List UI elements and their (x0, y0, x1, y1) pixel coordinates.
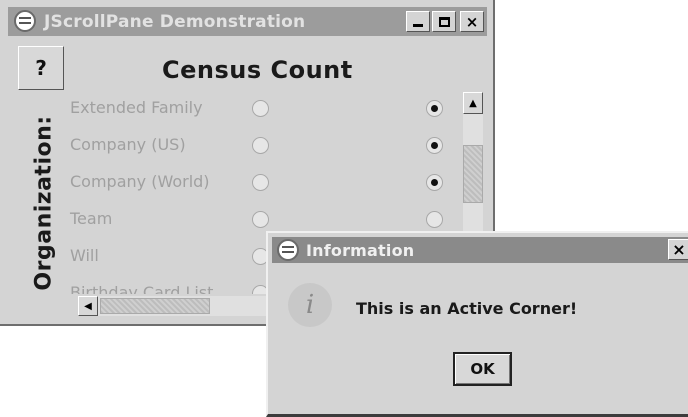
maximize-icon (438, 16, 450, 27)
window-titlebar[interactable]: JScrollPane Demonstration × (8, 7, 487, 36)
row-header: Organization: (24, 90, 64, 315)
row-label: Will (70, 246, 99, 265)
info-icon: i (288, 283, 332, 327)
radio-right[interactable] (426, 211, 443, 228)
radio-right[interactable] (426, 174, 443, 191)
dialog-title: Information (306, 241, 415, 260)
scroll-up-button[interactable]: ▲ (463, 92, 483, 114)
column-header: Census Count (162, 56, 353, 84)
chevron-up-icon: ▲ (469, 97, 477, 109)
window-title: JScrollPane Demonstration (44, 12, 306, 32)
row-label: Company (US) (70, 135, 186, 154)
list-item: Company (World) (64, 164, 462, 202)
minimize-icon (413, 24, 423, 27)
radio-left[interactable] (252, 174, 269, 191)
radio-left[interactable] (252, 211, 269, 228)
info-icon-glyph: i (305, 290, 315, 320)
radio-left[interactable] (252, 100, 269, 117)
dialog-message: This is an Active Corner! (356, 299, 578, 318)
row-label: Extended Family (70, 98, 203, 117)
radio-right[interactable] (426, 100, 443, 117)
maximize-button[interactable] (432, 11, 456, 32)
help-corner-button[interactable]: ? (18, 46, 64, 90)
close-button[interactable]: × (460, 11, 484, 32)
row-label: Team (70, 209, 113, 228)
radio-left[interactable] (252, 137, 269, 154)
horizontal-scroll-thumb[interactable] (100, 298, 210, 314)
row-header-label: Organization: (31, 114, 57, 291)
list-item: Extended Family (64, 90, 462, 128)
dialog-titlebar[interactable]: Information × (272, 237, 688, 263)
java-cup-icon[interactable] (14, 10, 36, 32)
row-label: Birthday Card List (70, 283, 214, 294)
dialog-close-button[interactable]: × (668, 239, 688, 260)
chevron-left-icon: ◀ (84, 300, 92, 312)
ok-button[interactable]: OK (453, 352, 512, 386)
vertical-scroll-thumb[interactable] (463, 145, 483, 203)
scroll-left-button[interactable]: ◀ (78, 296, 98, 316)
list-item: Company (US) (64, 127, 462, 165)
java-cup-icon[interactable] (277, 239, 299, 261)
row-label: Company (World) (70, 172, 210, 191)
minimize-button[interactable] (406, 11, 430, 32)
information-dialog: Information × i This is an Active Corner… (266, 231, 688, 417)
radio-right[interactable] (426, 137, 443, 154)
